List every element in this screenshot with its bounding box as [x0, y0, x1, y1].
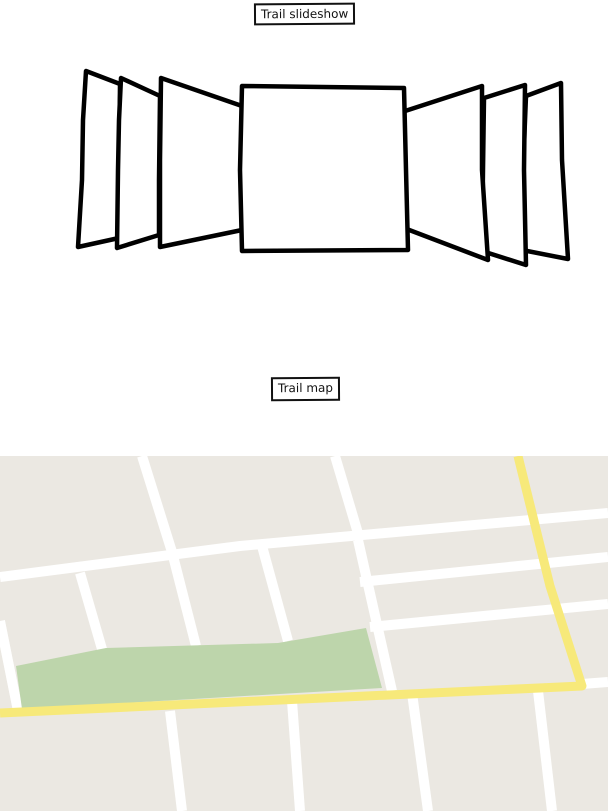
slide-2[interactable] [114, 75, 163, 251]
map-land [0, 456, 608, 811]
slide-5[interactable] [399, 83, 491, 263]
trail-map[interactable] [0, 456, 608, 811]
page: Trail slideshow Trail map [0, 0, 608, 811]
map-svg [0, 456, 608, 811]
slide-7[interactable] [519, 80, 571, 262]
slideshow-carousel[interactable] [0, 60, 608, 270]
slideshow-svg [75, 68, 571, 268]
slideshow-label: Trail slideshow [253, 2, 356, 26]
map-label: Trail map [270, 376, 341, 402]
slide-1[interactable] [75, 68, 123, 250]
slide-4-active[interactable] [237, 83, 411, 254]
slide-3[interactable] [157, 75, 245, 250]
